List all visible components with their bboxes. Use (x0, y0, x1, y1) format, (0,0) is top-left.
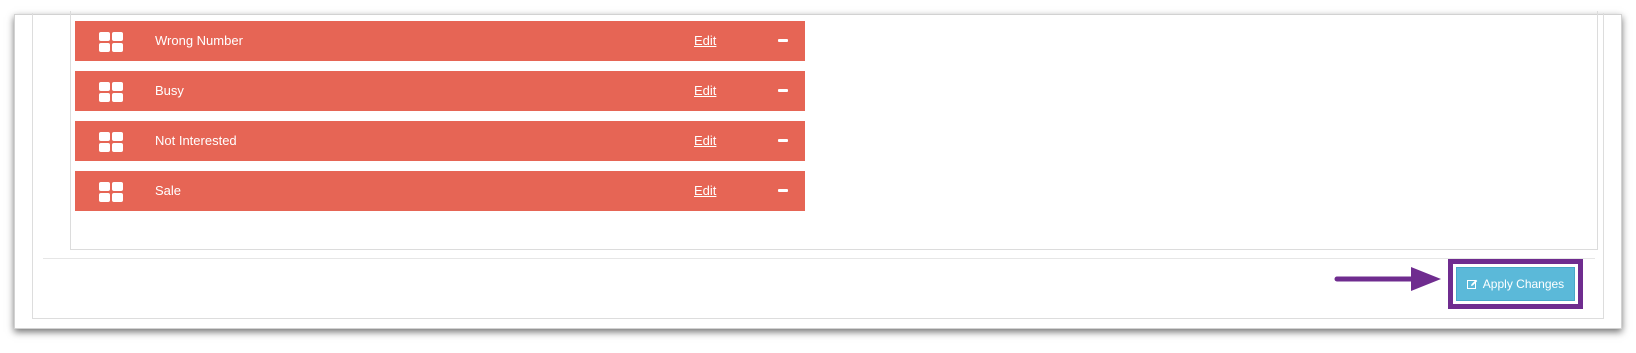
edit-link[interactable]: Edit (694, 183, 716, 198)
disposition-label: Busy (155, 83, 184, 98)
grid-handle-icon[interactable] (99, 182, 123, 202)
edit-link[interactable]: Edit (694, 133, 716, 148)
disposition-list: Wrong Number Edit Busy Edit Not Interest… (75, 21, 805, 221)
disposition-label: Wrong Number (155, 33, 243, 48)
grid-handle-icon[interactable] (99, 132, 123, 152)
settings-window: Wrong Number Edit Busy Edit Not Interest… (14, 11, 1622, 329)
minus-icon[interactable] (778, 139, 788, 142)
edit-icon (1466, 279, 1478, 290)
disposition-row-not-interested[interactable]: Not Interested Edit (75, 121, 805, 161)
disposition-row-busy[interactable]: Busy Edit (75, 71, 805, 111)
disposition-row-sale[interactable]: Sale Edit (75, 171, 805, 211)
grid-handle-icon[interactable] (99, 82, 123, 102)
arrow-right-annotation (1334, 267, 1441, 291)
minus-icon[interactable] (778, 39, 788, 42)
minus-icon[interactable] (778, 189, 788, 192)
apply-changes-label: Apply Changes (1482, 277, 1565, 291)
grid-handle-icon[interactable] (99, 32, 123, 52)
edit-link[interactable]: Edit (694, 83, 716, 98)
minus-icon[interactable] (778, 89, 788, 92)
disposition-label: Not Interested (155, 133, 237, 148)
disposition-label: Sale (155, 183, 182, 198)
edit-link[interactable]: Edit (694, 33, 716, 48)
footer-divider (43, 258, 1595, 259)
apply-changes-button[interactable]: Apply Changes (1456, 267, 1575, 301)
disposition-row-wrong-number[interactable]: Wrong Number Edit (75, 21, 805, 61)
